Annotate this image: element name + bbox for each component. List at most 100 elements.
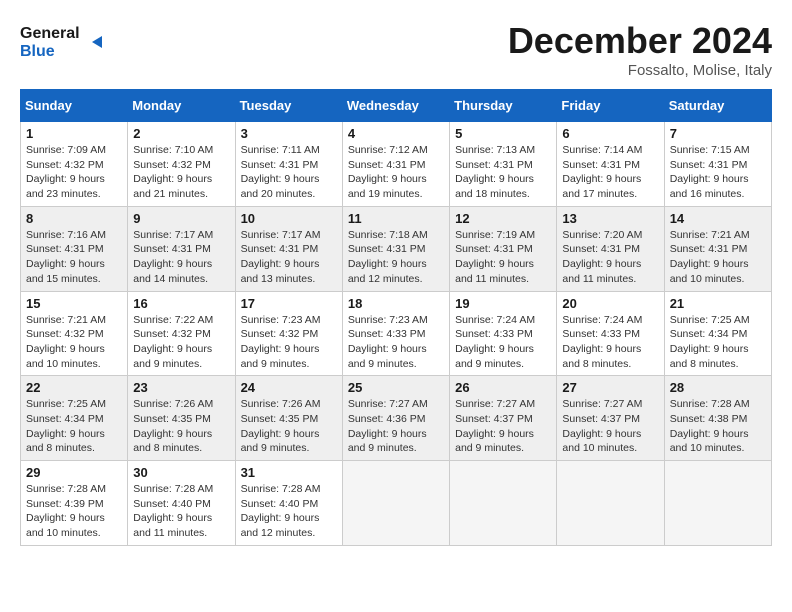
calendar-cell: 29 Sunrise: 7:28 AM Sunset: 4:39 PM Dayl… xyxy=(21,461,128,546)
day-number: 12 xyxy=(455,211,551,226)
svg-text:Blue: Blue xyxy=(20,43,55,60)
sunset-label: Sunset: 4:31 PM xyxy=(455,243,533,255)
daylight-label: Daylight: 9 hours and 12 minutes. xyxy=(348,258,427,285)
sunset-label: Sunset: 4:37 PM xyxy=(562,413,640,425)
sunrise-label: Sunrise: 7:21 AM xyxy=(26,314,106,326)
calendar-cell: 1 Sunrise: 7:09 AM Sunset: 4:32 PM Dayli… xyxy=(21,122,128,207)
daylight-label: Daylight: 9 hours and 10 minutes. xyxy=(26,512,105,539)
sunrise-label: Sunrise: 7:19 AM xyxy=(455,229,535,241)
sunrise-label: Sunrise: 7:17 AM xyxy=(133,229,213,241)
calendar-cell: 20 Sunrise: 7:24 AM Sunset: 4:33 PM Dayl… xyxy=(557,291,664,376)
day-info: Sunrise: 7:27 AM Sunset: 4:37 PM Dayligh… xyxy=(455,397,551,456)
sunset-label: Sunset: 4:40 PM xyxy=(133,498,211,510)
sunset-label: Sunset: 4:35 PM xyxy=(133,413,211,425)
sunset-label: Sunset: 4:32 PM xyxy=(133,328,211,340)
day-number: 31 xyxy=(241,465,337,480)
sunset-label: Sunset: 4:34 PM xyxy=(670,328,748,340)
day-number: 21 xyxy=(670,296,766,311)
calendar-cell xyxy=(664,461,771,546)
calendar-cell xyxy=(450,461,557,546)
day-info: Sunrise: 7:24 AM Sunset: 4:33 PM Dayligh… xyxy=(562,313,658,372)
calendar-cell: 25 Sunrise: 7:27 AM Sunset: 4:36 PM Dayl… xyxy=(342,376,449,461)
day-number: 16 xyxy=(133,296,229,311)
sunset-label: Sunset: 4:40 PM xyxy=(241,498,319,510)
calendar-week-row: 15 Sunrise: 7:21 AM Sunset: 4:32 PM Dayl… xyxy=(21,291,772,376)
daylight-label: Daylight: 9 hours and 16 minutes. xyxy=(670,173,749,200)
day-info: Sunrise: 7:18 AM Sunset: 4:31 PM Dayligh… xyxy=(348,228,444,287)
daylight-label: Daylight: 9 hours and 18 minutes. xyxy=(455,173,534,200)
day-info: Sunrise: 7:20 AM Sunset: 4:31 PM Dayligh… xyxy=(562,228,658,287)
calendar-cell: 7 Sunrise: 7:15 AM Sunset: 4:31 PM Dayli… xyxy=(664,122,771,207)
day-number: 11 xyxy=(348,211,444,226)
day-number: 22 xyxy=(26,380,122,395)
day-number: 4 xyxy=(348,126,444,141)
calendar-cell: 12 Sunrise: 7:19 AM Sunset: 4:31 PM Dayl… xyxy=(450,206,557,291)
sunset-label: Sunset: 4:35 PM xyxy=(241,413,319,425)
calendar-cell: 3 Sunrise: 7:11 AM Sunset: 4:31 PM Dayli… xyxy=(235,122,342,207)
daylight-label: Daylight: 9 hours and 14 minutes. xyxy=(133,258,212,285)
calendar-day-header-tuesday: Tuesday xyxy=(235,90,342,122)
calendar-cell: 18 Sunrise: 7:23 AM Sunset: 4:33 PM Dayl… xyxy=(342,291,449,376)
sunrise-label: Sunrise: 7:20 AM xyxy=(562,229,642,241)
day-number: 10 xyxy=(241,211,337,226)
day-info: Sunrise: 7:22 AM Sunset: 4:32 PM Dayligh… xyxy=(133,313,229,372)
calendar-cell xyxy=(342,461,449,546)
daylight-label: Daylight: 9 hours and 10 minutes. xyxy=(670,428,749,455)
calendar-day-header-wednesday: Wednesday xyxy=(342,90,449,122)
sunset-label: Sunset: 4:39 PM xyxy=(26,498,104,510)
calendar-cell xyxy=(557,461,664,546)
sunrise-label: Sunrise: 7:16 AM xyxy=(26,229,106,241)
day-info: Sunrise: 7:14 AM Sunset: 4:31 PM Dayligh… xyxy=(562,143,658,202)
sunset-label: Sunset: 4:31 PM xyxy=(348,243,426,255)
daylight-label: Daylight: 9 hours and 8 minutes. xyxy=(670,343,749,370)
day-info: Sunrise: 7:28 AM Sunset: 4:40 PM Dayligh… xyxy=(133,482,229,541)
calendar-week-row: 29 Sunrise: 7:28 AM Sunset: 4:39 PM Dayl… xyxy=(21,461,772,546)
sunset-label: Sunset: 4:36 PM xyxy=(348,413,426,425)
daylight-label: Daylight: 9 hours and 8 minutes. xyxy=(26,428,105,455)
sunrise-label: Sunrise: 7:22 AM xyxy=(133,314,213,326)
day-info: Sunrise: 7:10 AM Sunset: 4:32 PM Dayligh… xyxy=(133,143,229,202)
daylight-label: Daylight: 9 hours and 8 minutes. xyxy=(133,428,212,455)
day-number: 29 xyxy=(26,465,122,480)
calendar-cell: 22 Sunrise: 7:25 AM Sunset: 4:34 PM Dayl… xyxy=(21,376,128,461)
sunset-label: Sunset: 4:31 PM xyxy=(241,159,319,171)
sunrise-label: Sunrise: 7:28 AM xyxy=(26,483,106,495)
day-info: Sunrise: 7:23 AM Sunset: 4:33 PM Dayligh… xyxy=(348,313,444,372)
calendar-week-row: 8 Sunrise: 7:16 AM Sunset: 4:31 PM Dayli… xyxy=(21,206,772,291)
day-number: 8 xyxy=(26,211,122,226)
calendar-cell: 31 Sunrise: 7:28 AM Sunset: 4:40 PM Dayl… xyxy=(235,461,342,546)
day-info: Sunrise: 7:28 AM Sunset: 4:40 PM Dayligh… xyxy=(241,482,337,541)
calendar-cell: 14 Sunrise: 7:21 AM Sunset: 4:31 PM Dayl… xyxy=(664,206,771,291)
sunrise-label: Sunrise: 7:26 AM xyxy=(241,398,321,410)
daylight-label: Daylight: 9 hours and 10 minutes. xyxy=(562,428,641,455)
daylight-label: Daylight: 9 hours and 12 minutes. xyxy=(241,512,320,539)
sunrise-label: Sunrise: 7:28 AM xyxy=(133,483,213,495)
day-number: 20 xyxy=(562,296,658,311)
day-info: Sunrise: 7:28 AM Sunset: 4:38 PM Dayligh… xyxy=(670,397,766,456)
day-info: Sunrise: 7:15 AM Sunset: 4:31 PM Dayligh… xyxy=(670,143,766,202)
calendar-cell: 23 Sunrise: 7:26 AM Sunset: 4:35 PM Dayl… xyxy=(128,376,235,461)
sunset-label: Sunset: 4:33 PM xyxy=(348,328,426,340)
sunset-label: Sunset: 4:34 PM xyxy=(26,413,104,425)
sunrise-label: Sunrise: 7:26 AM xyxy=(133,398,213,410)
day-number: 25 xyxy=(348,380,444,395)
calendar-cell: 10 Sunrise: 7:17 AM Sunset: 4:31 PM Dayl… xyxy=(235,206,342,291)
sunset-label: Sunset: 4:32 PM xyxy=(26,159,104,171)
sunrise-label: Sunrise: 7:27 AM xyxy=(562,398,642,410)
calendar-cell: 16 Sunrise: 7:22 AM Sunset: 4:32 PM Dayl… xyxy=(128,291,235,376)
logo: General Blue xyxy=(20,20,110,60)
daylight-label: Daylight: 9 hours and 8 minutes. xyxy=(562,343,641,370)
sunset-label: Sunset: 4:31 PM xyxy=(26,243,104,255)
sunrise-label: Sunrise: 7:12 AM xyxy=(348,144,428,156)
sunrise-label: Sunrise: 7:23 AM xyxy=(348,314,428,326)
day-number: 18 xyxy=(348,296,444,311)
calendar-cell: 19 Sunrise: 7:24 AM Sunset: 4:33 PM Dayl… xyxy=(450,291,557,376)
day-info: Sunrise: 7:21 AM Sunset: 4:32 PM Dayligh… xyxy=(26,313,122,372)
daylight-label: Daylight: 9 hours and 13 minutes. xyxy=(241,258,320,285)
sunrise-label: Sunrise: 7:11 AM xyxy=(241,144,320,156)
day-number: 19 xyxy=(455,296,551,311)
calendar-cell: 5 Sunrise: 7:13 AM Sunset: 4:31 PM Dayli… xyxy=(450,122,557,207)
day-info: Sunrise: 7:27 AM Sunset: 4:36 PM Dayligh… xyxy=(348,397,444,456)
day-number: 15 xyxy=(26,296,122,311)
day-number: 14 xyxy=(670,211,766,226)
